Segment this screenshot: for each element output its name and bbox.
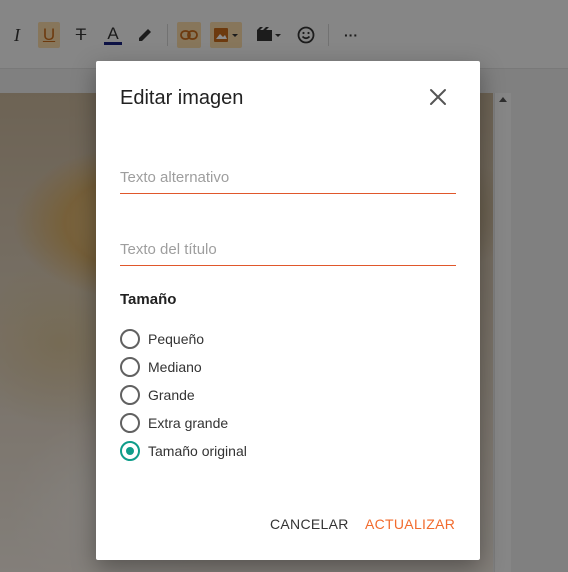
edit-image-dialog: Editar imagen Tamaño Pequeño Mediano Gra… bbox=[96, 61, 480, 560]
size-option-small[interactable]: Pequeño bbox=[120, 328, 204, 350]
size-option-extra-large[interactable]: Extra grande bbox=[120, 412, 228, 434]
radio-icon[interactable] bbox=[120, 357, 140, 377]
size-option-label: Extra grande bbox=[148, 415, 229, 431]
size-heading: Tamaño bbox=[120, 291, 177, 308]
title-text-input[interactable] bbox=[120, 233, 456, 266]
close-icon bbox=[430, 89, 446, 105]
size-option-label: Tamaño original bbox=[148, 443, 247, 459]
update-button[interactable]: ACTUALIZAR bbox=[365, 516, 455, 532]
cancel-button[interactable]: CANCELAR bbox=[270, 516, 349, 532]
size-option-label: Pequeño bbox=[148, 331, 205, 347]
alt-text-input[interactable] bbox=[120, 161, 456, 194]
dialog-title: Editar imagen bbox=[120, 87, 244, 109]
size-option-label: Mediano bbox=[148, 359, 202, 375]
radio-icon[interactable] bbox=[120, 329, 140, 349]
radio-checked-icon[interactable] bbox=[120, 441, 140, 461]
size-option-medium[interactable]: Mediano bbox=[120, 356, 202, 378]
size-option-large[interactable]: Grande bbox=[120, 384, 195, 406]
size-option-original[interactable]: Tamaño original bbox=[120, 440, 247, 462]
radio-icon[interactable] bbox=[120, 385, 140, 405]
size-option-label: Grande bbox=[148, 387, 195, 403]
radio-icon[interactable] bbox=[120, 413, 140, 433]
close-button[interactable] bbox=[426, 85, 450, 109]
